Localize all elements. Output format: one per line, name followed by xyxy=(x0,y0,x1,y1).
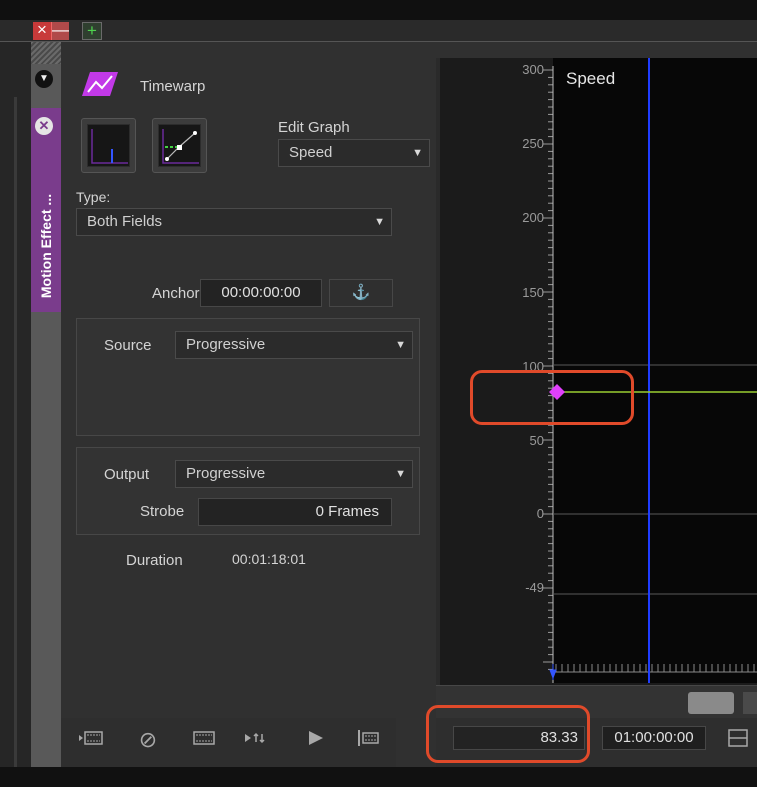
play-loop-icon[interactable] xyxy=(244,728,268,752)
play-icon[interactable] xyxy=(304,728,328,752)
filmstrip-icon[interactable] xyxy=(192,728,216,752)
effect-toolbar xyxy=(61,718,396,767)
tab-strip-grip[interactable] xyxy=(31,42,61,64)
source-label: Source xyxy=(104,337,152,354)
speed-graph-thumbnail[interactable] xyxy=(152,118,207,173)
scrollbar-end[interactable] xyxy=(743,692,757,714)
panel-title-strip xyxy=(0,20,757,42)
anchor-icon[interactable]: ⚓ xyxy=(329,279,393,307)
disable-icon[interactable]: ⊘ xyxy=(136,728,160,752)
graph-layout-icon[interactable] xyxy=(727,727,749,749)
window-title-bar xyxy=(0,0,757,20)
type-dropdown[interactable]: Both Fields ▼ xyxy=(76,208,392,236)
type-label: Type: xyxy=(76,189,111,205)
output-label: Output xyxy=(104,466,150,483)
strobe-frames-field[interactable]: 0 Frames xyxy=(198,498,392,526)
scrollbar-thumb[interactable] xyxy=(688,692,734,714)
basic-graph-thumbnail[interactable] xyxy=(81,118,136,173)
effect-name: Timewarp xyxy=(140,78,206,95)
edit-graph-dropdown[interactable]: Speed ▼ xyxy=(278,139,430,167)
chevron-down-icon: ▼ xyxy=(395,339,406,351)
add-panel-button[interactable]: + xyxy=(82,22,102,40)
duration-label: Duration xyxy=(126,552,183,569)
chevron-down-icon: ▼ xyxy=(412,147,423,159)
keyframe-timecode-field[interactable]: 01:00:00:00 xyxy=(602,726,706,750)
source-value: Progressive xyxy=(186,336,266,353)
source-dropdown[interactable]: Progressive ▼ xyxy=(175,331,413,359)
output-value: Progressive xyxy=(186,465,266,482)
value-field-highlight-annotation xyxy=(426,705,590,763)
playhead-marker-icon xyxy=(549,664,557,680)
edit-graph-value: Speed xyxy=(289,144,333,161)
anchor-label: Anchor xyxy=(152,285,200,302)
chevron-down-icon: ▼ xyxy=(374,216,385,228)
type-value: Both Fields xyxy=(87,213,163,230)
close-panel-button[interactable]: × xyxy=(33,21,51,40)
tab-close-icon[interactable]: ✕ xyxy=(35,117,53,135)
keyframe-highlight-annotation xyxy=(470,370,634,425)
status-strip xyxy=(0,767,757,787)
minimize-panel-button[interactable]: — xyxy=(51,21,69,40)
tab-motion-effect-label: Motion Effect ... xyxy=(38,193,54,299)
end-marker-icon[interactable] xyxy=(356,728,380,752)
anchor-timecode-field[interactable]: 00:00:00:00 xyxy=(200,279,322,307)
timewarp-icon xyxy=(80,70,120,98)
duration-value: 00:01:18:01 xyxy=(232,551,306,567)
left-dock-edge xyxy=(0,42,31,767)
output-dropdown[interactable]: Progressive ▼ xyxy=(175,460,413,488)
edit-graph-label: Edit Graph xyxy=(278,119,350,136)
render-in-icon[interactable] xyxy=(78,728,103,752)
tab-menu-icon[interactable]: ▼ xyxy=(35,70,53,88)
strobe-label: Strobe xyxy=(140,503,185,520)
chevron-down-icon: ▼ xyxy=(395,468,406,480)
